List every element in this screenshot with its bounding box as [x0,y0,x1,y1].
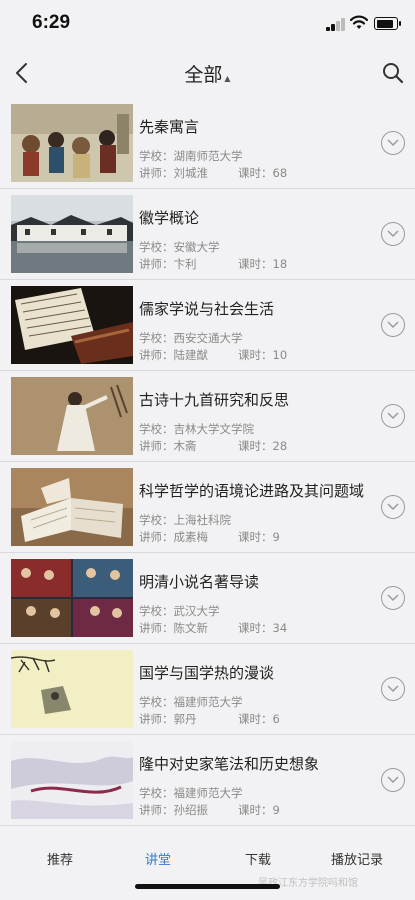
course-hours: 课时：9 [238,803,280,817]
course-school: 学校：福建师范大学 [139,786,243,800]
course-hours: 课时：6 [238,712,280,726]
course-school: 学校：西安交通大学 [139,331,243,345]
course-item[interactable]: 国学与国学热的漫谈 学校：福建师范大学 讲师：郭丹 课时：6 [0,644,415,735]
course-teacher: 讲师：卞利 [139,257,197,271]
course-item[interactable]: 古诗十九首研究和反思 学校：吉林大学文学院 讲师：木斋 课时：28 [0,371,415,462]
tab-lecture-hall[interactable]: 讲堂 [145,849,171,868]
course-thumbnail [11,104,133,182]
course-school: 学校：湖南师范大学 [139,149,243,163]
battery-icon [374,17,401,30]
course-hours: 课时：68 [238,166,288,180]
tab-recommend[interactable]: 推荐 [47,849,73,868]
course-hours: 课时：9 [238,530,280,544]
course-school: 学校：福建师范大学 [139,695,243,709]
bottom-tab-bar: 推荐 讲堂 下载 播放记录 [0,832,415,900]
course-title: 儒家学说与社会生活 [139,300,275,318]
course-hours: 课时：18 [238,257,288,271]
course-thumbnail [11,650,133,728]
expand-chevron-icon[interactable] [381,768,405,792]
course-school: 学校：安徽大学 [139,240,220,254]
course-hours: 课时：28 [238,439,288,453]
course-title: 古诗十九首研究和反思 [139,391,290,409]
course-thumbnail [11,559,133,637]
expand-chevron-icon[interactable] [381,495,405,519]
expand-chevron-icon[interactable] [381,131,405,155]
course-title: 先秦寓言 [139,118,200,136]
course-title: 明清小说名著导读 [139,573,260,591]
course-item[interactable]: 徽学概论 学校：安徽大学 讲师：卞利 课时：18 [0,189,415,280]
course-teacher: 讲师：刘城淮 [139,166,208,180]
course-thumbnail [11,741,133,819]
course-hours: 课时：10 [238,348,288,362]
status-bar: 6:29 [0,0,415,48]
course-teacher: 讲师：陆建猷 [139,348,208,362]
expand-chevron-icon[interactable] [381,404,405,428]
course-teacher: 讲师：陈文新 [139,621,208,635]
dropdown-caret-icon: ▲ [224,74,231,83]
course-title: 国学与国学热的漫谈 [139,664,275,682]
tab-download[interactable]: 下载 [245,849,271,868]
course-thumbnail [11,377,133,455]
tab-play-history[interactable]: 播放记录 [331,849,383,868]
course-teacher: 讲师：郭丹 [139,712,197,726]
wifi-icon [350,15,368,29]
course-thumbnail [11,286,133,364]
course-item[interactable]: 儒家学说与社会生活 学校：西安交通大学 讲师：陆建猷 课时：10 [0,280,415,371]
expand-chevron-icon[interactable] [381,313,405,337]
course-item[interactable]: 明清小说名著导读 学校：武汉大学 讲师：陈文新 课时：34 [0,553,415,644]
expand-chevron-icon[interactable] [381,586,405,610]
course-thumbnail [11,195,133,273]
expand-chevron-icon[interactable] [381,677,405,701]
category-dropdown[interactable]: 全部 ▲ [0,60,415,87]
page-title: 全部 [184,64,223,86]
course-teacher: 讲师：孙绍振 [139,803,208,817]
course-school: 学校：上海社科院 [139,513,231,527]
course-hours: 课时：34 [238,621,288,635]
home-indicator [135,884,280,889]
course-title: 科学哲学的语境论进路及其问题域 [139,482,365,500]
course-list: 先秦寓言 学校：湖南师范大学 讲师：刘城淮 课时：68 徽学概论 学校：安徽大学… [0,98,415,826]
status-time: 6:29 [32,12,71,33]
course-school: 学校：吉林大学文学院 [139,422,254,436]
search-icon[interactable] [382,62,404,84]
expand-chevron-icon[interactable] [381,222,405,246]
nav-bar: 全部 ▲ [0,48,415,98]
course-item[interactable]: 先秦寓言 学校：湖南师范大学 讲师：刘城淮 课时：68 [0,98,415,189]
course-item[interactable]: 隆中对史家笔法和历史想象 学校：福建师范大学 讲师：孙绍振 课时：9 [0,735,415,826]
course-thumbnail [11,468,133,546]
cellular-signal-icon [326,18,346,31]
course-school: 学校：武汉大学 [139,604,220,618]
course-title: 隆中对史家笔法和历史想象 [139,755,320,773]
course-teacher: 讲师：成素梅 [139,530,208,544]
course-title: 徽学概论 [139,209,200,227]
course-item[interactable]: 科学哲学的语境论进路及其问题域 学校：上海社科院 讲师：成素梅 课时：9 [0,462,415,553]
course-teacher: 讲师：木斋 [139,439,197,453]
